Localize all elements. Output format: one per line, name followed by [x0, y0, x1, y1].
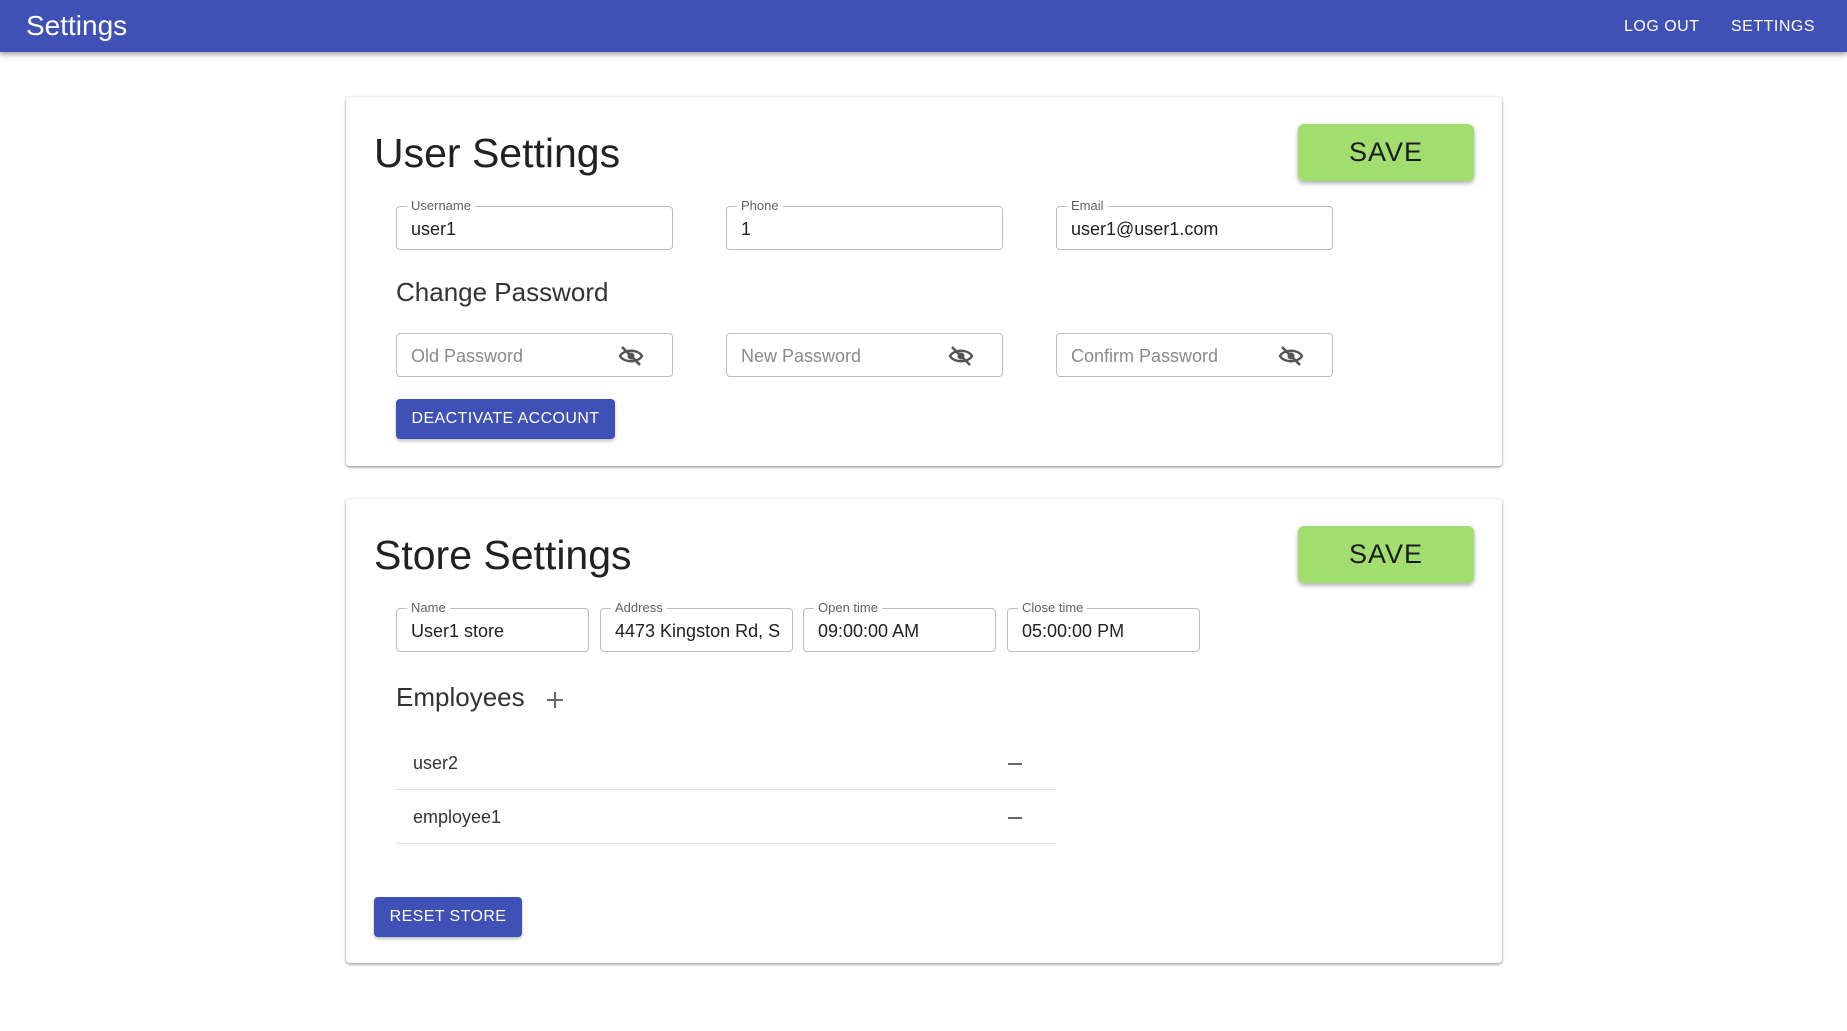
username-field[interactable]: Username user1 [396, 198, 673, 250]
email-value[interactable]: user1@user1.com [1071, 218, 1320, 240]
username-label: Username [407, 198, 475, 214]
eye-off-icon[interactable] [1278, 345, 1304, 367]
minus-icon[interactable] [1006, 809, 1024, 827]
employee-name: employee1 [413, 807, 502, 827]
app-bar: Settings LOG OUT SETTINGS [0, 0, 1847, 52]
eye-off-icon[interactable] [948, 345, 974, 367]
user-settings-title: User Settings [374, 130, 621, 176]
employee-row: user2 [396, 736, 1056, 790]
logout-button[interactable]: LOG OUT [1624, 16, 1700, 38]
address-label: Address [611, 600, 667, 616]
plus-icon[interactable] [544, 689, 566, 711]
close-time-label: Close time [1018, 600, 1088, 616]
settings-nav-button[interactable]: SETTINGS [1731, 16, 1815, 38]
username-value[interactable]: user1 [411, 218, 660, 240]
minus-icon[interactable] [1006, 755, 1024, 773]
new-password-field[interactable]: New Password [726, 333, 1003, 377]
save-store-settings-button[interactable]: SAVE [1298, 526, 1474, 583]
eye-off-icon[interactable] [618, 345, 644, 367]
phone-value[interactable]: 1 [741, 218, 990, 240]
close-time-field[interactable]: Close time 05:00:00 PM [1007, 600, 1200, 652]
store-name-label: Name [407, 600, 450, 616]
address-value[interactable]: 4473 Kingston Rd, S [615, 620, 780, 642]
store-name-field[interactable]: Name User1 store [396, 600, 589, 652]
employee-row: employee1 [396, 790, 1056, 844]
employees-heading: Employees [396, 682, 525, 712]
email-label: Email [1067, 198, 1108, 214]
user-settings-card: User Settings SAVE Username user1 Phone … [346, 97, 1502, 466]
store-settings-title: Store Settings [374, 532, 632, 578]
deactivate-account-button[interactable]: DEACTIVATE ACCOUNT [396, 399, 615, 439]
employee-name: user2 [413, 753, 459, 773]
save-user-settings-button[interactable]: SAVE [1298, 124, 1474, 181]
store-settings-card: Store Settings SAVE Name User1 store Add… [346, 499, 1502, 963]
phone-label: Phone [737, 198, 783, 214]
old-password-field[interactable]: Old Password [396, 333, 673, 377]
confirm-password-field[interactable]: Confirm Password [1056, 333, 1333, 377]
phone-field[interactable]: Phone 1 [726, 198, 1003, 250]
email-field[interactable]: Email user1@user1.com [1056, 198, 1333, 250]
open-time-field[interactable]: Open time 09:00:00 AM [803, 600, 996, 652]
open-time-value[interactable]: 09:00:00 AM [818, 620, 983, 642]
store-name-value[interactable]: User1 store [411, 620, 576, 642]
reset-store-button[interactable]: RESET STORE [374, 897, 522, 937]
app-title: Settings [26, 10, 128, 41]
address-field[interactable]: Address 4473 Kingston Rd, S [600, 600, 793, 652]
change-password-heading: Change Password [396, 277, 609, 307]
old-password-placeholder: Old Password [411, 346, 524, 366]
confirm-password-placeholder: Confirm Password [1071, 346, 1219, 366]
new-password-placeholder: New Password [741, 346, 862, 366]
open-time-label: Open time [814, 600, 882, 616]
close-time-value[interactable]: 05:00:00 PM [1022, 620, 1187, 642]
